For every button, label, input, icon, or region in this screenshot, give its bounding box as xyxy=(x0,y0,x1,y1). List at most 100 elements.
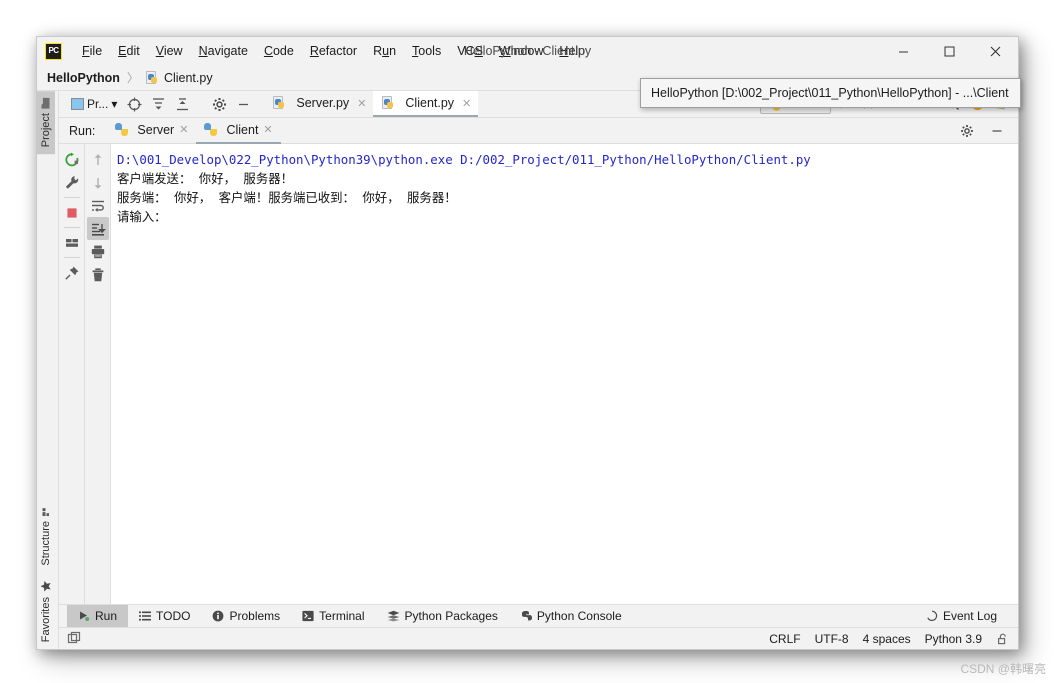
menu-item-file[interactable]: File xyxy=(74,41,110,61)
console-line: 请输入： xyxy=(117,209,167,224)
desktop-background: PC File Edit View Navigate Code Refactor… xyxy=(0,0,1054,683)
bottom-tab-python-console[interactable]: Python Console xyxy=(509,605,633,627)
locate-icon[interactable] xyxy=(123,94,145,115)
up-arrow-icon[interactable] xyxy=(87,148,109,171)
menu-item-navigate[interactable]: Navigate xyxy=(191,41,256,61)
gutter-divider xyxy=(63,227,80,228)
pycharm-logo-icon: PC xyxy=(45,42,62,60)
settings-gear-icon[interactable] xyxy=(208,94,230,115)
close-icon[interactable]: ✕ xyxy=(462,97,471,110)
tab-server-py[interactable]: Server.py ✕ xyxy=(264,91,373,117)
minimize-button[interactable] xyxy=(880,37,926,65)
bottom-tab-problems[interactable]: Problems xyxy=(201,605,291,627)
watermark: CSDN @韩曙亮 xyxy=(960,662,1046,676)
menu-item-refactor[interactable]: Refactor xyxy=(302,41,365,61)
wrench-icon[interactable] xyxy=(61,171,83,194)
minimize-panel-icon[interactable] xyxy=(986,120,1008,141)
bottom-tab-label: Problems xyxy=(229,609,281,623)
python-file-icon xyxy=(145,70,159,85)
menu-item-window[interactable]: Window xyxy=(491,41,551,61)
breadcrumb-project[interactable]: HelloPython xyxy=(47,71,120,85)
project-selector-label: Pr... xyxy=(87,97,109,111)
left-stripe-top: Project xyxy=(37,91,58,155)
close-icon[interactable]: ✕ xyxy=(263,123,272,136)
event-log-button[interactable]: Event Log xyxy=(915,609,1008,623)
menu-item-edit[interactable]: Edit xyxy=(110,41,148,61)
maximize-button[interactable] xyxy=(926,37,972,65)
structure-icon xyxy=(41,506,51,517)
close-icon[interactable]: ✕ xyxy=(179,123,188,136)
line-separator-status[interactable]: CRLF xyxy=(769,632,800,646)
editor-file-tabs: Server.py ✕ Client.py ✕ xyxy=(264,91,479,117)
menu-item-vcs[interactable]: VCS xyxy=(449,41,491,61)
menu-item-view[interactable]: View xyxy=(148,41,191,61)
star-icon xyxy=(40,580,52,592)
menu-item-code[interactable]: Code xyxy=(256,41,302,61)
close-icon[interactable]: ✕ xyxy=(357,97,366,110)
event-log-label: Event Log xyxy=(942,609,997,623)
gutter-divider xyxy=(63,197,80,198)
favorites-tab-label: Favorites xyxy=(40,596,52,642)
bottom-tab-label: Run xyxy=(95,609,118,623)
bottom-tab-label: TODO xyxy=(156,609,191,623)
menu-item-tools[interactable]: Tools xyxy=(404,41,449,61)
event-log-icon xyxy=(926,610,938,622)
expand-all-icon[interactable] xyxy=(147,94,169,115)
gear-icon[interactable] xyxy=(956,120,978,141)
bottom-tab-todo[interactable]: TODO xyxy=(128,605,201,627)
status-bar: CRLF UTF-8 4 spaces Python 3.9 xyxy=(59,627,1018,649)
bottom-tab-terminal[interactable]: Terminal xyxy=(291,605,375,627)
run-tab-label: Server xyxy=(137,122,175,137)
title-bar: PC File Edit View Navigate Code Refactor… xyxy=(37,37,1018,65)
run-tab-client[interactable]: Client ✕ xyxy=(196,118,281,144)
tab-client-py[interactable]: Client.py ✕ xyxy=(373,91,479,117)
console-line: 客户端发送： 你好， 服务器！ xyxy=(117,171,293,186)
run-tab-server[interactable]: Server ✕ xyxy=(107,118,196,144)
rerun-icon[interactable] xyxy=(61,148,83,171)
chevron-down-icon: ▾ xyxy=(111,97,118,111)
sidebar-item-structure[interactable]: Structure xyxy=(37,499,55,573)
breadcrumb-file[interactable]: Client.py xyxy=(164,71,213,85)
bottom-tab-run[interactable]: Run xyxy=(67,605,129,627)
trash-icon[interactable] xyxy=(87,263,109,286)
indent-status[interactable]: 4 spaces xyxy=(863,632,911,646)
python-file-icon xyxy=(273,96,286,110)
bottom-tab-python-packages[interactable]: Python Packages xyxy=(376,605,509,627)
console-line: D:\001_Develop\022_Python\Python39\pytho… xyxy=(117,152,811,167)
layout-icon[interactable] xyxy=(61,231,83,254)
run-panel-header: Run: Server ✕ Client ✕ xyxy=(59,118,1018,144)
menu-item-run[interactable]: Run xyxy=(365,41,404,61)
hide-toolwindow-icon[interactable] xyxy=(232,94,254,115)
pin-icon[interactable] xyxy=(61,261,83,284)
status-bar-right: CRLF UTF-8 4 spaces Python 3.9 xyxy=(769,632,1010,646)
close-button[interactable] xyxy=(972,37,1018,65)
run-icon xyxy=(78,610,90,622)
run-tab-label: Client xyxy=(226,122,259,137)
stop-icon[interactable] xyxy=(61,201,83,224)
bottom-tab-label: Terminal xyxy=(319,609,365,623)
menu-item-help[interactable]: Help xyxy=(551,41,593,61)
encoding-status[interactable]: UTF-8 xyxy=(815,632,849,646)
unlocked-icon[interactable] xyxy=(996,632,1010,646)
down-arrow-icon[interactable] xyxy=(87,171,109,194)
python-file-icon xyxy=(382,96,395,110)
bottom-tool-tabs: Run TODO Problems Terminal Python Packag… xyxy=(59,604,1018,627)
scroll-to-end-icon[interactable] xyxy=(86,217,109,240)
menu-bar: File Edit View Navigate Code Refactor Ru… xyxy=(74,41,593,61)
project-view-selector[interactable]: Pr... ▾ xyxy=(67,95,121,113)
run-panel-label: Run: xyxy=(69,123,96,138)
soft-wrap-icon[interactable] xyxy=(87,194,109,217)
folder-icon xyxy=(41,97,51,109)
toggle-toolwindows-icon[interactable] xyxy=(67,631,82,646)
structure-tab-label: Structure xyxy=(40,521,52,566)
print-icon[interactable] xyxy=(87,240,109,263)
bottom-tab-label: Python Console xyxy=(536,609,622,623)
console-output[interactable]: D:\001_Develop\022_Python\Python39\pytho… xyxy=(111,144,1018,604)
sidebar-item-favorites[interactable]: Favorites xyxy=(37,573,55,649)
run-panel-body: D:\001_Develop\022_Python\Python39\pytho… xyxy=(59,144,1018,604)
gutter-divider xyxy=(63,257,80,258)
sidebar-item-project[interactable]: Project xyxy=(37,91,55,155)
interpreter-status[interactable]: Python 3.9 xyxy=(925,632,982,646)
collapse-all-icon[interactable] xyxy=(171,94,193,115)
pycharm-main-window: PC File Edit View Navigate Code Refactor… xyxy=(36,36,1019,650)
